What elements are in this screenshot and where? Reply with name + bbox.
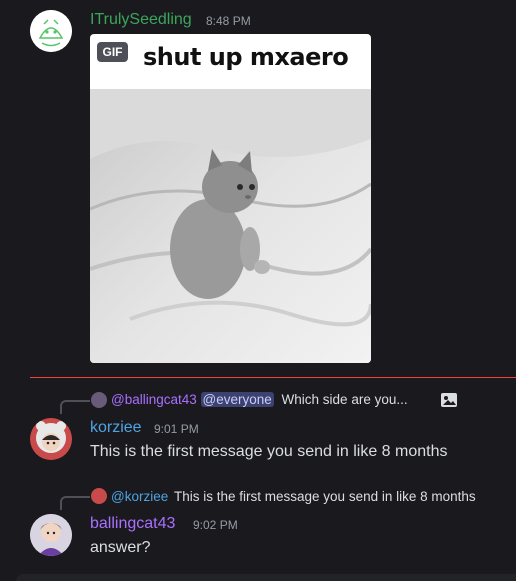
ballingcat43-avatar-art [30,514,72,556]
avatar-itrulyseedling[interactable] [30,10,72,52]
timestamp: 9:01 PM [154,422,199,436]
reply-mention-everyone[interactable]: @everyone [200,392,274,407]
author-name[interactable]: ballingcat43 [90,515,175,533]
gif-attachment[interactable]: GIF shut up mxaero [90,34,371,363]
gif-badge: GIF [97,42,128,62]
new-messages-divider [30,377,516,378]
reply-mention-user[interactable]: @korziee [111,489,168,504]
author-name[interactable]: ITrulySeedling [90,11,192,29]
avatar-korziee[interactable] [30,418,72,460]
message-composer[interactable] [16,574,516,581]
reply-avatar[interactable] [91,392,107,408]
message-content: This is the first message you send in li… [90,443,448,460]
korziee-avatar-art [30,418,72,460]
reply-avatar[interactable] [91,488,107,504]
reply-preview[interactable]: @ballingcat43 @everyone Which side are y… [111,392,408,407]
gif-caption: shut up mxaero [143,43,349,71]
author-name[interactable]: korziee [90,419,142,437]
reply-text: This is the first message you send in li… [174,489,476,504]
reply-preview[interactable]: @korziee This is the first message you s… [111,489,476,504]
seedling-avatar-art [30,10,72,52]
timestamp: 9:02 PM [193,518,238,532]
avatar-ballingcat43[interactable] [30,514,72,556]
image-icon [441,393,457,407]
reply-connector [60,496,90,510]
reply-connector [60,400,90,414]
kitten-on-bed-image [90,89,371,363]
message-content: answer? [90,539,151,556]
reply-mention-user[interactable]: @ballingcat43 [111,392,197,407]
timestamp: 8:48 PM [206,14,251,28]
reply-text: Which side are you... [281,392,408,407]
